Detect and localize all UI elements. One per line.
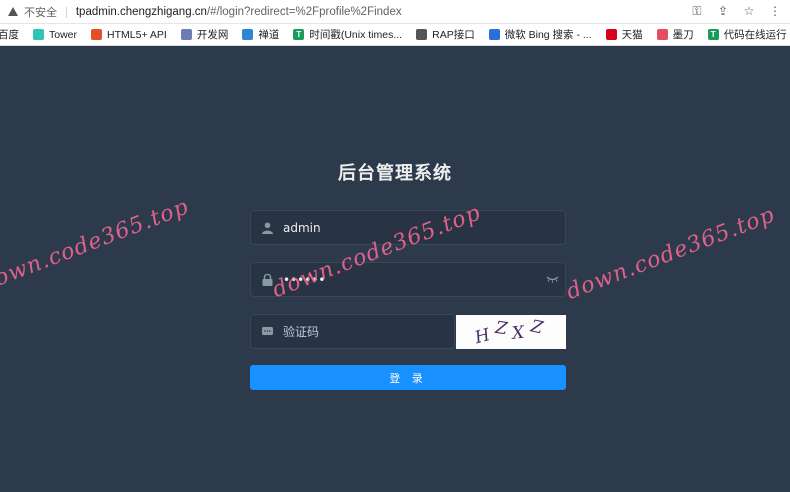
modao-icon <box>656 29 668 40</box>
bookmark-item[interactable]: 开发网 <box>180 27 229 42</box>
share-icon[interactable]: ⇪ <box>716 4 730 19</box>
password-input[interactable] <box>283 272 565 287</box>
bookmark-label: 代码在线运行 <box>723 29 787 41</box>
bookmark-label: 微软 Bing 搜索 - ... <box>504 29 592 41</box>
more-icon[interactable]: ⋮ <box>768 4 782 19</box>
t-icon: T <box>293 29 305 40</box>
bookmark-label: Tower <box>49 28 78 41</box>
bookmark-item[interactable]: 禅道 <box>242 27 279 42</box>
t-icon: T <box>707 29 719 40</box>
bookmark-label: 百度 <box>0 29 19 41</box>
username-input[interactable] <box>283 220 565 235</box>
address-bar[interactable]: 不安全 | tpadmin.chengzhigang.cn/#/login?re… <box>0 0 790 24</box>
bookmark-item[interactable]: 微软 Bing 搜索 - ... <box>488 27 592 42</box>
bookmark-label: 开发网 <box>196 29 229 41</box>
star-icon[interactable]: ☆ <box>742 4 756 19</box>
divider: | <box>65 5 68 18</box>
captcha-char: Z <box>529 316 551 340</box>
username-field[interactable] <box>250 210 566 245</box>
password-field[interactable] <box>250 262 566 297</box>
bookmark-item[interactable]: 墨刀 <box>656 27 694 42</box>
bookmark-label: HTML5+ API <box>107 28 167 41</box>
address-bar-actions: ⚿ ⇪ ☆ ⋮ <box>690 4 782 19</box>
bookmark-label: 墨刀 <box>672 29 694 41</box>
globe-icon <box>416 29 428 40</box>
bookmarks-bar: 百度 Tower HTML5+ API 开发网 禅道 T 时间戳(Unix times...… <box>0 24 790 46</box>
captcha-image[interactable]: H Z X Z <box>456 315 566 349</box>
html5-icon <box>91 29 103 40</box>
search-icon <box>488 29 500 40</box>
key-icon[interactable]: ⚿ <box>690 4 704 19</box>
bookmark-item[interactable]: 百度 <box>0 27 19 42</box>
url-text[interactable]: tpadmin.chengzhigang.cn/#/login?redirect… <box>76 6 402 18</box>
message-icon <box>251 326 283 337</box>
bookmark-item[interactable]: T 代码在线运行 <box>707 27 787 42</box>
captcha-field[interactable] <box>250 314 455 349</box>
bookmark-item[interactable]: HTML5+ API <box>91 29 167 41</box>
zentao-icon <box>242 29 254 40</box>
bookmark-item[interactable]: RAP接口 <box>416 27 475 42</box>
login-button[interactable]: 登 录 <box>250 365 566 390</box>
bookmark-label: 时间戳(Unix times... <box>309 29 403 41</box>
warning-icon[interactable] <box>8 7 18 16</box>
eye-closed-icon[interactable] <box>546 272 559 286</box>
bookmark-label: 天猫 <box>621 29 643 41</box>
captcha-input[interactable] <box>283 324 454 339</box>
tower-icon <box>33 29 44 40</box>
insecure-label[interactable]: 不安全 <box>24 4 57 20</box>
watermark-text: down.code365.top <box>563 202 779 305</box>
tmall-icon <box>605 29 617 40</box>
user-icon <box>251 222 283 234</box>
bookmark-item[interactable]: 天猫 <box>605 27 643 42</box>
watermark-text: down.code365.top <box>0 194 193 297</box>
dev-icon <box>180 29 192 40</box>
bookmark-label: RAP接口 <box>432 29 475 41</box>
bookmark-item[interactable]: Tower <box>33 29 77 41</box>
bookmark-label: 禅道 <box>258 29 280 41</box>
bookmark-item[interactable]: T 时间戳(Unix times... <box>293 27 402 42</box>
page-title: 后台管理系统 <box>338 163 452 184</box>
lock-icon <box>251 273 283 286</box>
